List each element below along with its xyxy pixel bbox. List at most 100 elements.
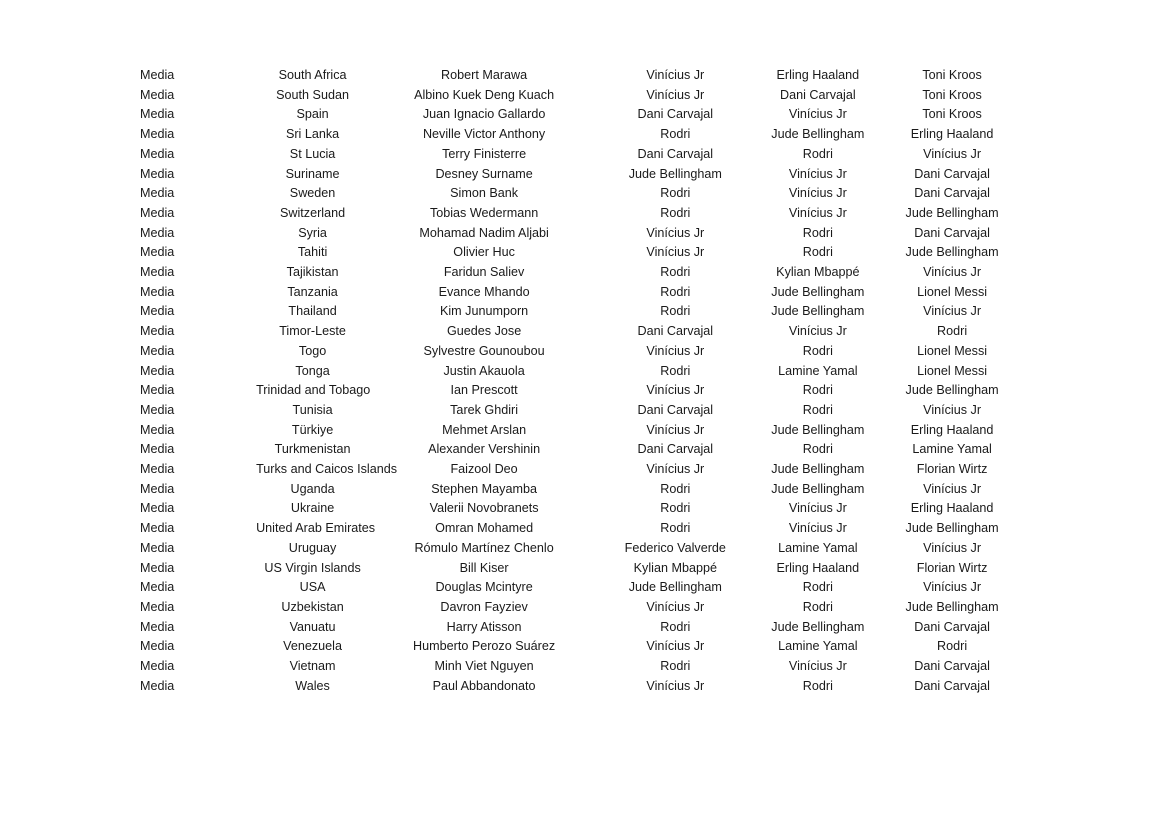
third-place-vote-cell: Rodri: [937, 324, 968, 339]
journalist-cell: Mohamad Nadim Aljabi: [419, 225, 549, 240]
country-cell: Togo: [298, 343, 327, 358]
third-place-vote-cell: Lionel Messi: [917, 343, 988, 358]
journalist-cell: Minh Viet Nguyen: [434, 659, 534, 674]
country-cell: Syria: [298, 225, 327, 240]
country-cell: Uruguay: [288, 540, 337, 555]
journalist-cell: Robert Marawa: [441, 68, 528, 82]
table-row: Media Syria Mohamad Nadim Aljabi Vinícius J…: [140, 224, 1020, 244]
table-row: Media South Sudan Albino Kuek Deng Kuach Vi…: [140, 86, 1020, 106]
document-page: Media South Africa Robert Marawa Vinícius J…: [0, 0, 1157, 815]
journalist-cell: Davron Fayziev: [440, 599, 528, 614]
table-row: Media US Virgin Islands Bill Kiser Kylian M…: [140, 559, 1020, 579]
voter-type-cell: Media: [140, 560, 175, 575]
voter-type-cell: Media: [140, 422, 175, 437]
table-row: Media Suriname Desney Surname Jude Bellingh…: [140, 165, 1020, 185]
first-place-vote-cell: Vinícius Jr: [646, 462, 705, 477]
country-cell: St Lucia: [289, 146, 336, 161]
table-row: Media Turkmenistan Alexander Vershinin Dani…: [140, 440, 1020, 460]
voter-type-cell: Media: [140, 580, 175, 595]
second-place-vote-cell: Rodri: [802, 383, 833, 398]
country-cell: Spain: [296, 107, 329, 122]
second-place-vote-cell: Lamine Yamal: [778, 639, 858, 654]
third-place-vote-cell: Florian Wirtz: [916, 462, 988, 477]
first-place-vote-cell: Rodri: [660, 284, 691, 299]
country-cell: Tonga: [295, 363, 330, 378]
table-row: Media Switzerland Tobias Wedermann Rodri Vin…: [140, 204, 1020, 224]
first-place-vote-cell: Rodri: [660, 619, 691, 634]
first-place-vote-cell: Rodri: [660, 501, 691, 516]
third-place-vote-cell: Jude Bellingham: [905, 521, 999, 536]
first-place-vote-cell: Jude Bellingham: [628, 166, 722, 181]
table-row: Media Tonga Justin Akauola Rodri Lamine Yama…: [140, 362, 1020, 382]
second-place-vote-cell: Rodri: [802, 678, 833, 693]
journalist-cell: Desney Surname: [435, 166, 533, 181]
journalist-cell: Albino Kuek Deng Kuach: [414, 87, 555, 102]
first-place-vote-cell: Rodri: [660, 659, 691, 674]
first-place-vote-cell: Vinícius Jr: [646, 678, 705, 693]
country-cell: South Africa: [278, 68, 347, 82]
country-cell: Turkmenistan: [274, 442, 351, 457]
first-place-vote-cell: Rodri: [660, 304, 691, 319]
voter-type-cell: Media: [140, 324, 175, 339]
voter-type-cell: Media: [140, 639, 175, 654]
voter-type-cell: Media: [140, 678, 175, 693]
country-cell: Uzbekistan: [281, 599, 344, 614]
first-place-vote-cell: Vinícius Jr: [646, 639, 705, 654]
second-place-vote-cell: Erling Haaland: [776, 68, 860, 82]
first-place-vote-cell: Rodri: [660, 186, 691, 201]
third-place-vote-cell: Jude Bellingham: [905, 599, 999, 614]
first-place-vote-cell: Vinícius Jr: [646, 68, 705, 82]
second-place-vote-cell: Vinícius Jr: [788, 186, 847, 201]
second-place-vote-cell: Jude Bellingham: [771, 422, 865, 437]
first-place-vote-cell: Dani Carvajal: [637, 402, 714, 417]
third-place-vote-cell: Florian Wirtz: [916, 560, 988, 575]
second-place-vote-cell: Erling Haaland: [776, 560, 860, 575]
journalist-cell: Bill Kiser: [459, 560, 509, 575]
third-place-vote-cell: Erling Haaland: [910, 422, 994, 437]
second-place-vote-cell: Jude Bellingham: [771, 619, 865, 634]
table-row: Media St Lucia Terry Finisterre Dani Carvaj…: [140, 145, 1020, 165]
voter-type-cell: Media: [140, 166, 175, 181]
third-place-vote-cell: Dani Carvajal: [914, 678, 990, 693]
third-place-vote-cell: Vinícius Jr: [923, 402, 982, 417]
first-place-vote-cell: Dani Carvajal: [637, 107, 714, 122]
third-place-vote-cell: Vinícius Jr: [923, 580, 982, 595]
country-cell: Turks and Caicos Islands: [256, 462, 398, 477]
second-place-vote-cell: Vinícius Jr: [788, 166, 847, 181]
journalist-cell: Olivier Huc: [453, 245, 515, 260]
country-cell: Tajikistan: [286, 265, 339, 280]
third-place-vote-cell: Erling Haaland: [910, 501, 994, 516]
voter-type-cell: Media: [140, 501, 175, 516]
country-cell: US Virgin Islands: [264, 560, 361, 575]
table-row: Media Turks and Caicos Islands Faizool Deo…: [140, 460, 1020, 480]
table-row: Media Ukraine Valerii Novobranets Rodri Viní…: [140, 499, 1020, 519]
voter-type-cell: Media: [140, 659, 175, 674]
country-cell: United Arab Emirates: [256, 521, 376, 536]
second-place-vote-cell: Vinícius Jr: [788, 205, 847, 220]
country-cell: Thailand: [288, 304, 337, 319]
journalist-cell: Terry Finisterre: [442, 146, 527, 161]
second-place-vote-cell: Rodri: [802, 599, 833, 614]
second-place-vote-cell: Jude Bellingham: [771, 304, 865, 319]
third-place-vote-cell: Lionel Messi: [917, 284, 988, 299]
country-cell: Trinidad and Tobago: [256, 383, 371, 398]
second-place-vote-cell: Jude Bellingham: [771, 462, 865, 477]
third-place-vote-cell: Lionel Messi: [917, 363, 988, 378]
second-place-vote-cell: Rodri: [802, 146, 833, 161]
country-cell: Switzerland: [280, 205, 346, 220]
voter-type-cell: Media: [140, 540, 175, 555]
table-row: Media Türkiye Mehmet Arslan Vinícius Jr Jude…: [140, 421, 1020, 441]
country-cell: Ukraine: [290, 501, 335, 516]
country-cell: Vietnam: [289, 659, 336, 674]
journalist-cell: Rómulo Martínez Chenlo: [414, 540, 554, 555]
voter-type-cell: Media: [140, 363, 175, 378]
first-place-vote-cell: Rodri: [660, 521, 691, 536]
table-row: Media Tahiti Olivier Huc Vinícius Jr Rodri Ju…: [140, 243, 1020, 263]
third-place-vote-cell: Toni Kroos: [922, 68, 982, 82]
first-place-vote-cell: Rodri: [660, 205, 691, 220]
table-row: Media Togo Sylvestre Gounoubou Vinícius Jr R…: [140, 342, 1020, 362]
table-row: Media Timor-Leste Guedes Jose Dani Carvajal…: [140, 322, 1020, 342]
table-row: Media Wales Paul Abbandonato Vinícius Jr Rod…: [140, 677, 1020, 697]
first-place-vote-cell: Vinícius Jr: [646, 383, 705, 398]
voter-type-cell: Media: [140, 265, 175, 280]
